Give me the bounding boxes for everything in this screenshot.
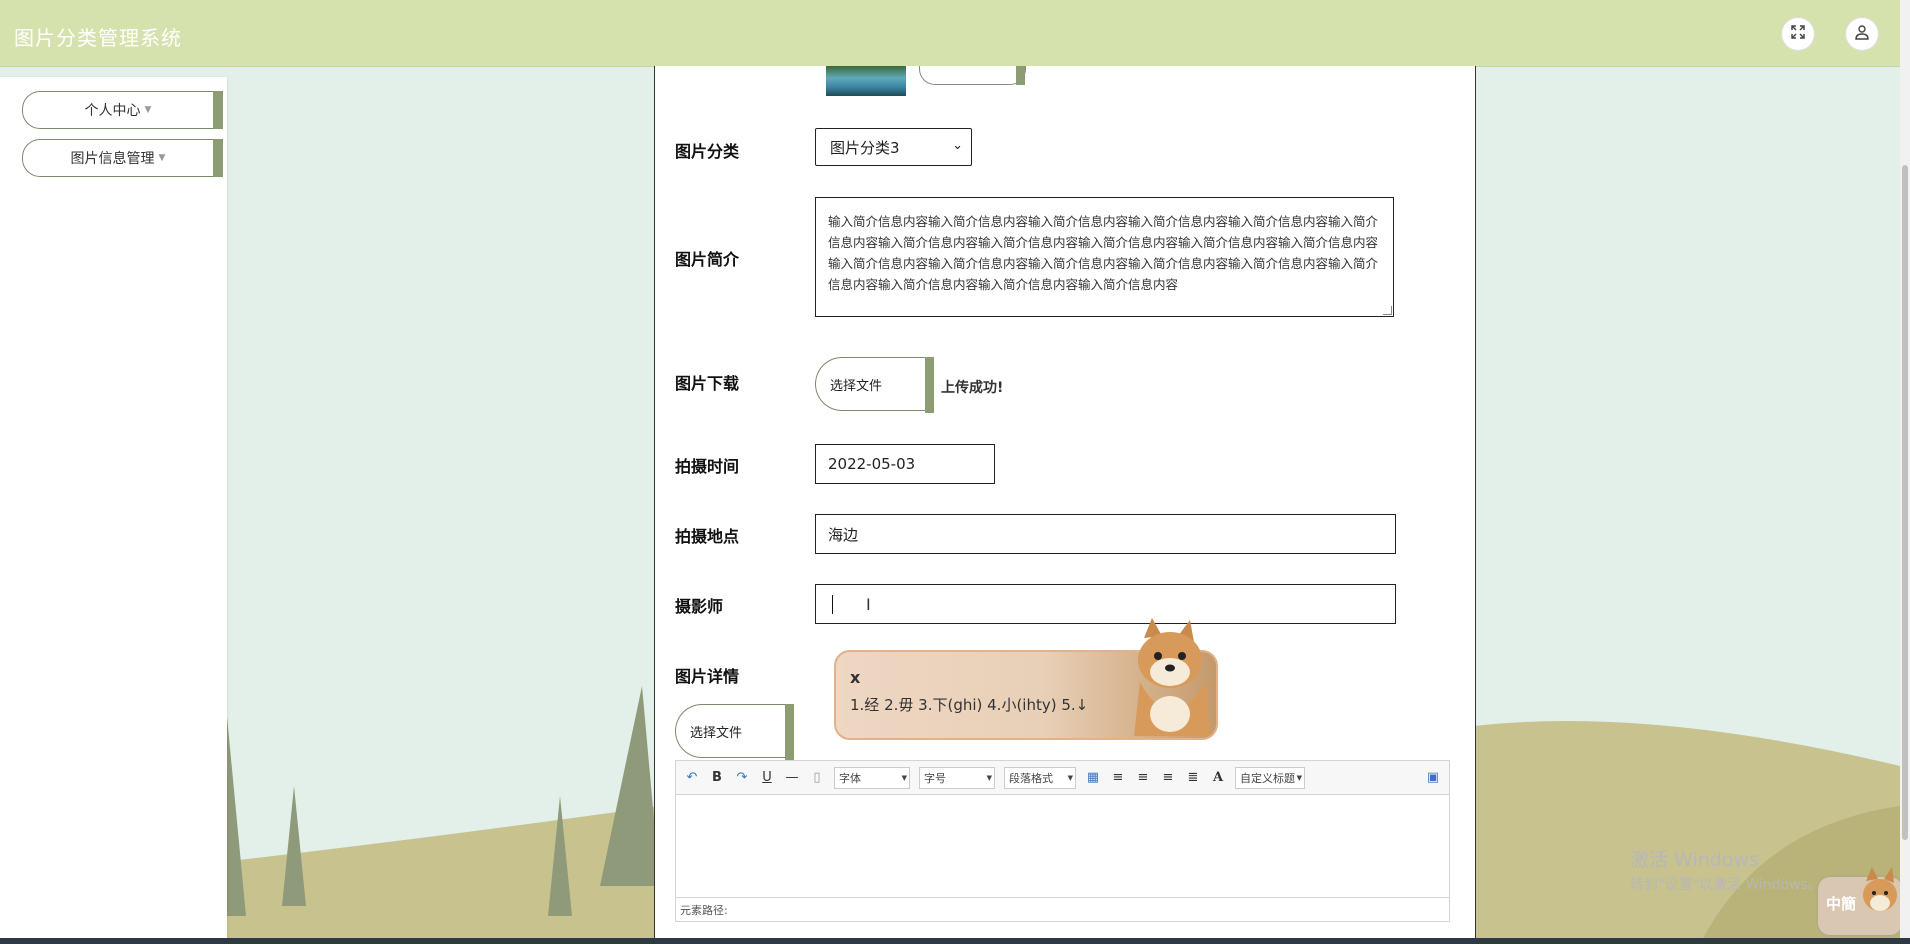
uploaded-image-thumbnail bbox=[826, 66, 906, 96]
resize-handle-icon[interactable] bbox=[1383, 306, 1392, 315]
button-accent-bar bbox=[1016, 66, 1025, 85]
button-accent-bar bbox=[785, 704, 794, 760]
bold-icon[interactable]: B bbox=[709, 770, 725, 785]
detail-label: 图片详情 bbox=[675, 667, 740, 686]
top-header: 图片分类管理系统 bbox=[0, 0, 1900, 67]
button-accent-bar bbox=[925, 357, 934, 413]
caret-down-icon: ▼ bbox=[986, 773, 992, 782]
ime-mode-label: 中簡 bbox=[1826, 895, 1857, 913]
dropdown-label: 段落格式 bbox=[1009, 771, 1053, 785]
activate-windows-watermark: 激活 Windows 转到"设置"以激活 Windows。 bbox=[1630, 845, 1822, 894]
undo-icon[interactable]: ↶ bbox=[684, 770, 700, 785]
shoot-time-input[interactable]: 2022-05-03 bbox=[815, 444, 995, 484]
shiba-dog-skin-image bbox=[1134, 618, 1210, 736]
sidebar-item-label: 图片信息管理 bbox=[70, 151, 155, 167]
watermark-line-1: 激活 Windows bbox=[1630, 849, 1759, 871]
fullscreen-button[interactable] bbox=[1782, 18, 1814, 50]
taskbar-edge bbox=[0, 938, 1910, 944]
shiba-dog-badge-image bbox=[1863, 867, 1897, 911]
caret-down-icon: ▼ bbox=[158, 153, 166, 163]
ime-status-badge[interactable]: 中簡 bbox=[1818, 867, 1902, 935]
category-select-value: 图片分类3 bbox=[830, 138, 900, 157]
location-label: 拍摄地点 bbox=[675, 527, 740, 546]
page-icon[interactable]: ▯ bbox=[809, 770, 825, 785]
location-input[interactable]: 海边 bbox=[815, 514, 1396, 554]
photographer-input[interactable]: I bbox=[815, 584, 1396, 624]
rich-text-editor[interactable]: ↶ B ↷ U — ▯ 字体 ▼ 字号 ▼ 段落格式 ▼ ▦ ≡ ≡ ≡ ≣ A 自定… bbox=[675, 760, 1450, 922]
shoot-time-label: 拍摄时间 bbox=[675, 457, 740, 476]
download-choose-file-button[interactable]: 选择文件 bbox=[815, 357, 934, 413]
editor-status-bar: 元素路径: bbox=[676, 897, 1449, 921]
download-label: 图片下载 bbox=[675, 374, 740, 393]
i-beam-cursor-icon: I bbox=[866, 595, 871, 614]
intro-text: 输入简介信息内容输入简介信息内容输入简介信息内容输入简介信息内容输入简介信息内容… bbox=[828, 214, 1379, 292]
chevron-down-icon: ⌄ bbox=[952, 138, 963, 153]
underline-icon[interactable]: U bbox=[759, 770, 775, 785]
font-color-icon[interactable]: A bbox=[1210, 770, 1226, 785]
ime-composition-text: x bbox=[850, 668, 861, 687]
category-select[interactable]: 图片分类3 ⌄ bbox=[815, 128, 972, 166]
fullscreen-editor-icon[interactable]: ▣ bbox=[1425, 770, 1441, 785]
table-icon[interactable]: ▦ bbox=[1085, 770, 1101, 785]
shoot-time-value: 2022-05-03 bbox=[828, 455, 916, 473]
paragraph-format-dropdown[interactable]: 段落格式 ▼ bbox=[1004, 766, 1076, 789]
redo-icon[interactable]: ↷ bbox=[734, 770, 750, 785]
app-title: 图片分类管理系统 bbox=[14, 26, 182, 50]
user-icon bbox=[1854, 24, 1870, 44]
ime-candidates[interactable]: 1.经 2.毋 3.下(ghi) 4.小(ihty) 5.↓ bbox=[850, 694, 1088, 715]
caret-down-icon: ▼ bbox=[144, 105, 152, 115]
align-right-icon[interactable]: ≡ bbox=[1135, 770, 1151, 785]
intro-label: 图片简介 bbox=[675, 250, 740, 269]
page-scrollbar[interactable] bbox=[1900, 0, 1910, 944]
category-label: 图片分类 bbox=[675, 142, 740, 161]
watermark-line-2: 转到"设置"以激活 Windows。 bbox=[1630, 877, 1822, 893]
align-left-icon[interactable]: ≡ bbox=[1110, 770, 1126, 785]
detail-choose-file-button[interactable]: 选择文件 bbox=[675, 704, 794, 760]
caret-down-icon: ▼ bbox=[901, 773, 907, 782]
menu-accent-bar bbox=[213, 91, 223, 129]
sidebar-item-personal-center[interactable]: 个人中心 ▼ bbox=[22, 91, 223, 129]
photographer-label: 摄影师 bbox=[675, 597, 724, 616]
font-family-dropdown[interactable]: 字体 ▼ bbox=[834, 766, 910, 789]
sidebar-item-label: 个人中心 bbox=[84, 103, 141, 119]
editor-toolbar: ↶ B ↷ U — ▯ 字体 ▼ 字号 ▼ 段落格式 ▼ ▦ ≡ ≡ ≡ ≣ A 自定… bbox=[676, 761, 1449, 795]
custom-title-dropdown[interactable]: 自定义标题 ▼ bbox=[1235, 766, 1305, 789]
image-upload-button[interactable] bbox=[919, 66, 1026, 85]
upload-status: 上传成功! bbox=[941, 380, 1004, 396]
element-path-label: 元素路径: bbox=[680, 903, 728, 917]
choose-file-label: 选择文件 bbox=[690, 725, 743, 741]
text-caret bbox=[832, 595, 833, 614]
dropdown-label: 字体 bbox=[839, 771, 861, 785]
form-card: 图片分类 图片分类3 ⌄ 图片简介 输入简介信息内容输入简介信息内容输入简介信息… bbox=[654, 66, 1476, 944]
location-value: 海边 bbox=[828, 525, 859, 544]
align-justify-icon[interactable]: ≣ bbox=[1185, 770, 1201, 785]
align-center-icon[interactable]: ≡ bbox=[1160, 770, 1176, 785]
dropdown-label: 字号 bbox=[924, 771, 946, 785]
sidebar: 个人中心 ▼ 图片信息管理 ▼ bbox=[0, 77, 227, 944]
caret-down-icon: ▼ bbox=[1067, 773, 1073, 782]
sidebar-item-image-management[interactable]: 图片信息管理 ▼ bbox=[22, 139, 223, 177]
choose-file-label: 选择文件 bbox=[830, 378, 883, 394]
font-size-dropdown[interactable]: 字号 ▼ bbox=[919, 766, 995, 789]
user-button[interactable] bbox=[1846, 18, 1878, 50]
caret-down-icon: ▼ bbox=[1296, 773, 1302, 782]
horizontal-rule-icon[interactable]: — bbox=[784, 770, 800, 785]
scrollbar-thumb[interactable] bbox=[1902, 165, 1908, 840]
expand-icon bbox=[1790, 24, 1806, 44]
dropdown-label: 自定义标题 bbox=[1240, 771, 1295, 785]
menu-accent-bar bbox=[213, 139, 223, 177]
intro-textarea[interactable]: 输入简介信息内容输入简介信息内容输入简介信息内容输入简介信息内容输入简介信息内容… bbox=[815, 197, 1394, 317]
